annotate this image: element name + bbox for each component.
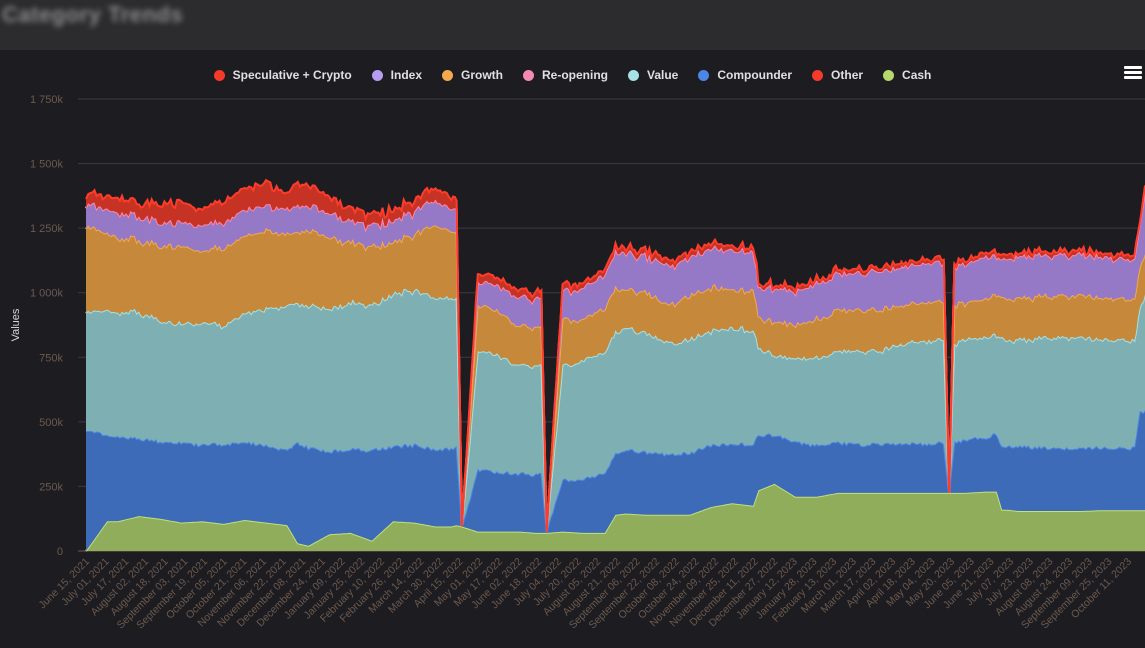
stacked-area-chart: 0 250k 500k 750k 1 000k 1 250k 1 500k 1 750k Ju… [10,94,1145,632]
y-axis-title: Values [10,308,22,341]
y-axis: 0 250k 500k 750k 1 000k 1 250k 1 500k 1 750k [30,94,64,558]
y-tick-label: 250k [39,481,63,493]
y-tick-label: 0 [57,546,63,558]
x-axis: June 15, 2021July 01, 2021July 17, 2021A… [37,556,1135,632]
y-tick-label: 1 500k [30,159,64,171]
y-tick-label: 1 000k [30,288,64,300]
y-tick-label: 1 750k [30,94,64,106]
y-tick-label: 500k [39,417,63,429]
y-tick-label: 750k [39,352,63,364]
series-areas [85,178,1145,552]
y-tick-label: 1 250k [30,223,64,235]
